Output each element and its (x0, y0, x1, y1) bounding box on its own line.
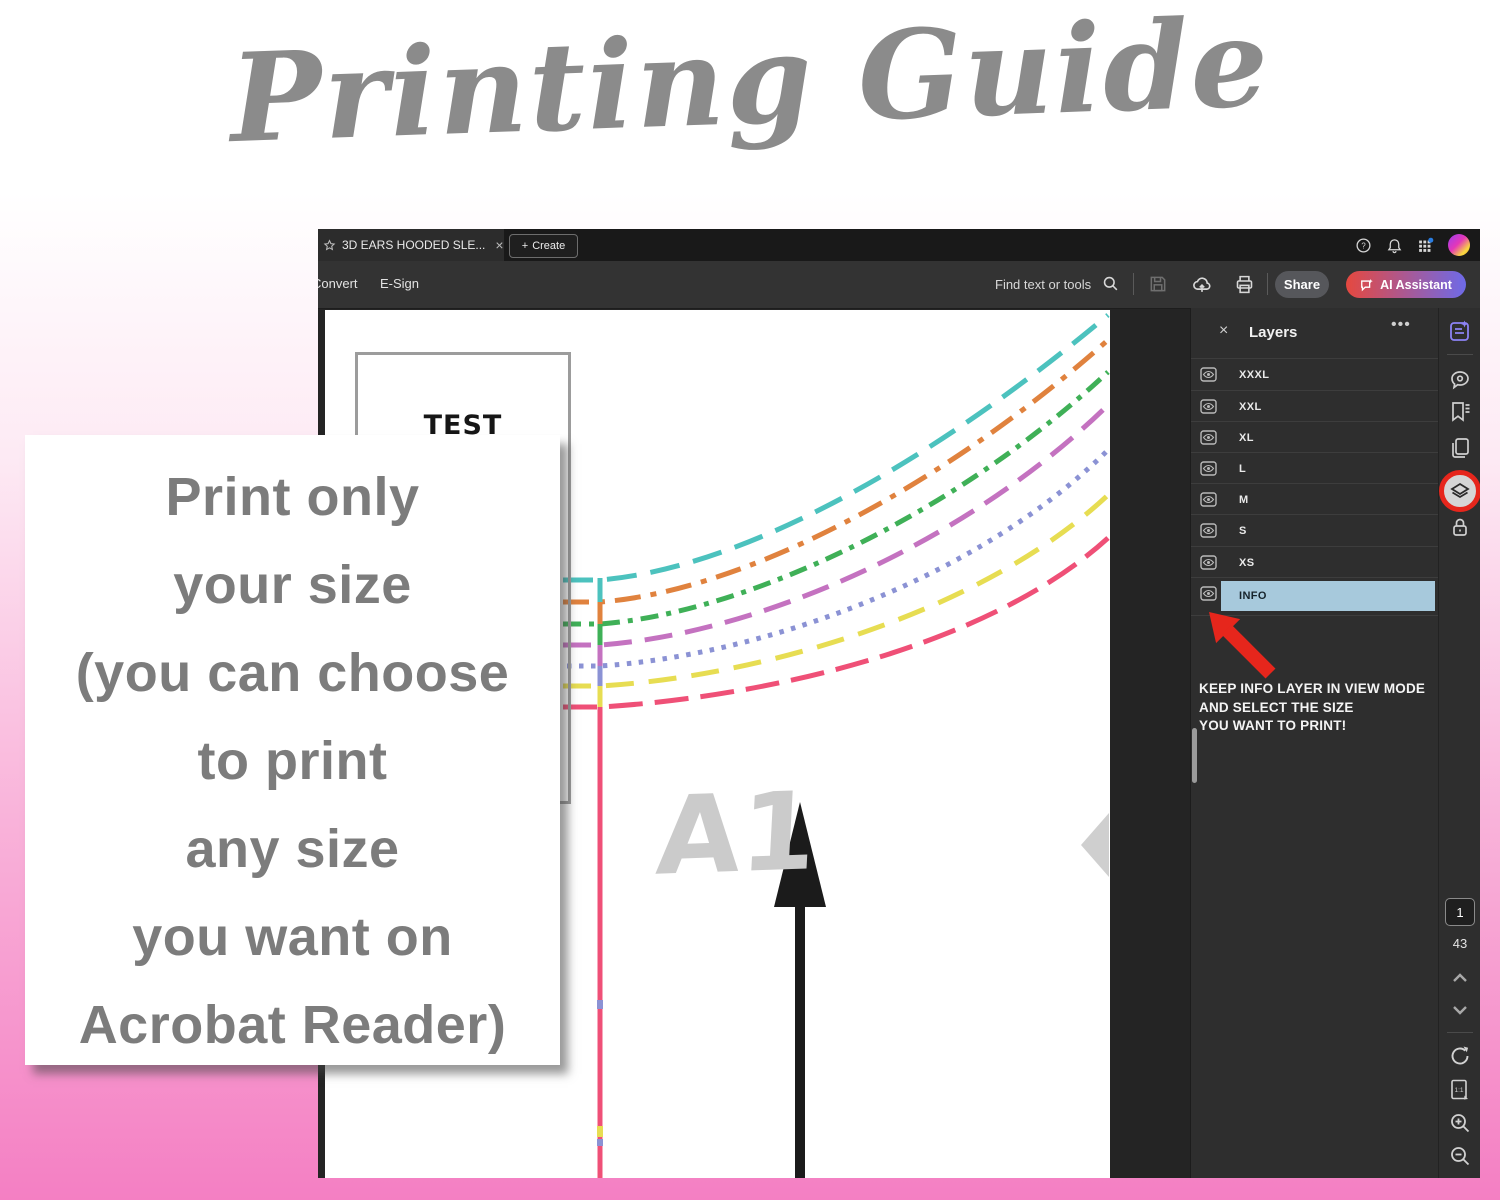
panel-scrollbar[interactable] (1192, 728, 1197, 783)
svg-text:?: ? (1361, 241, 1366, 250)
sidebar-divider (1447, 1032, 1473, 1033)
toolbar-divider (1267, 273, 1268, 295)
red-circle-highlight (1439, 470, 1480, 512)
layer-row-xxxl[interactable]: XXXL (1191, 358, 1438, 390)
eye-icon[interactable] (1200, 492, 1217, 507)
user-avatar[interactable] (1448, 234, 1470, 256)
toolbar: Convert E-Sign Find text or tools Share (318, 261, 1480, 309)
menu-esign[interactable]: E-Sign (380, 276, 419, 291)
pattern-curve (563, 403, 1110, 648)
menu-convert[interactable]: Convert (318, 276, 358, 291)
kebab-menu-icon[interactable]: ••• (1391, 316, 1411, 334)
pattern-curve (563, 536, 1110, 710)
layers-note: KEEP INFO LAYER IN VIEW MODE AND SELECT … (1199, 681, 1426, 733)
layer-row-xxl[interactable]: XXL (1191, 390, 1438, 422)
ai-chat-icon (1360, 278, 1374, 292)
layer-row-xs[interactable]: XS (1191, 546, 1438, 578)
edit-ai-icon[interactable] (1448, 319, 1472, 343)
print-icon[interactable] (1234, 274, 1255, 295)
notifications-bell-icon[interactable] (1386, 237, 1403, 254)
plus-icon: + (521, 240, 529, 252)
layer-row-xl[interactable]: XL (1191, 421, 1438, 453)
eye-icon[interactable] (1200, 555, 1217, 570)
ai-assistant-button[interactable]: AI Assistant (1346, 271, 1466, 298)
actual-size-icon[interactable]: 1:1 (1448, 1078, 1472, 1102)
eye-icon[interactable] (1200, 430, 1217, 445)
svg-text:1:1: 1:1 (1454, 1087, 1463, 1094)
note-line: your size (173, 555, 412, 615)
lock-icon[interactable] (1448, 516, 1472, 540)
layer-label: XS (1239, 556, 1255, 569)
page-title: Printing Guide (227, 0, 1273, 171)
create-tab-button[interactable]: + Create (509, 234, 578, 258)
share-button[interactable]: Share (1275, 271, 1329, 298)
save-icon[interactable] (1148, 274, 1168, 294)
note-line: Acrobat Reader) (78, 995, 507, 1055)
toolbar-divider (1133, 273, 1134, 295)
note-line: you want on (132, 907, 453, 967)
tab-title: 3D EARS HOODED SLE... (342, 238, 486, 252)
zoom-in-icon[interactable] (1448, 1111, 1472, 1135)
note-line: to print (197, 731, 388, 791)
layer-label: XL (1239, 431, 1254, 444)
eye-icon[interactable] (1200, 367, 1217, 382)
layer-row-m[interactable]: M (1191, 483, 1438, 515)
layer-label: INFO (1239, 590, 1267, 602)
layers-icon[interactable] (1450, 481, 1470, 501)
seam-notch (597, 1139, 603, 1146)
pattern-curve (563, 493, 1110, 689)
right-sidebar: 1 43 1:1 (1438, 308, 1480, 1178)
zoom-out-icon[interactable] (1448, 1144, 1472, 1168)
find-text-label[interactable]: Find text or tools (995, 277, 1091, 292)
layers-panel: × Layers ••• XXXL XXL XL L M S XS INFO K… (1190, 308, 1439, 1178)
printing-guide-page: Printing Guide 3D EARS HOODED SLE... × +… (0, 0, 1500, 1200)
layer-label: XXXL (1239, 368, 1270, 381)
apps-grid-icon[interactable] (1417, 237, 1434, 254)
instruction-note-box: Print only your size (you can choose to … (25, 435, 560, 1065)
copy-pages-icon[interactable] (1448, 436, 1472, 460)
document-tab[interactable]: 3D EARS HOODED SLE... × (318, 229, 504, 261)
rotate-icon[interactable] (1448, 1044, 1472, 1068)
sidebar-divider (1447, 354, 1473, 355)
eye-icon[interactable] (1200, 461, 1217, 476)
eye-icon[interactable] (1200, 586, 1217, 601)
total-pages: 43 (1452, 936, 1468, 951)
layer-label: S (1239, 524, 1247, 537)
pattern-curve (563, 313, 1110, 583)
prev-page-triangle-icon[interactable] (1081, 813, 1109, 877)
seam-notch (597, 1000, 603, 1009)
seam-notch (597, 1126, 603, 1137)
tab-bar: 3D EARS HOODED SLE... × + Create ? (318, 229, 1480, 261)
eye-icon[interactable] (1200, 399, 1217, 414)
layer-row-l[interactable]: L (1191, 452, 1438, 484)
star-icon (323, 238, 336, 252)
page-up-icon[interactable] (1452, 972, 1468, 984)
close-icon[interactable]: × (1219, 322, 1228, 340)
bookmark-icon[interactable] (1448, 400, 1472, 424)
note-line: (you can choose (75, 643, 510, 703)
help-icon[interactable]: ? (1355, 237, 1372, 254)
tab-close-icon[interactable]: × (495, 238, 503, 252)
note-line: any size (185, 819, 400, 879)
current-page-input[interactable]: 1 (1445, 898, 1475, 926)
layers-panel-title: Layers (1249, 324, 1298, 341)
search-icon[interactable] (1101, 274, 1120, 293)
layer-label: XXL (1239, 400, 1262, 413)
eye-icon[interactable] (1200, 523, 1217, 538)
upload-cloud-icon[interactable] (1191, 274, 1213, 296)
layer-label: L (1239, 462, 1247, 475)
page-down-icon[interactable] (1452, 1004, 1468, 1016)
layer-row-s[interactable]: S (1191, 514, 1438, 546)
page-watermark: A1 (653, 769, 820, 900)
comment-icon[interactable] (1448, 368, 1472, 392)
red-arrow (1209, 612, 1276, 679)
layer-label: M (1239, 493, 1249, 506)
note-line: Print only (165, 467, 420, 527)
